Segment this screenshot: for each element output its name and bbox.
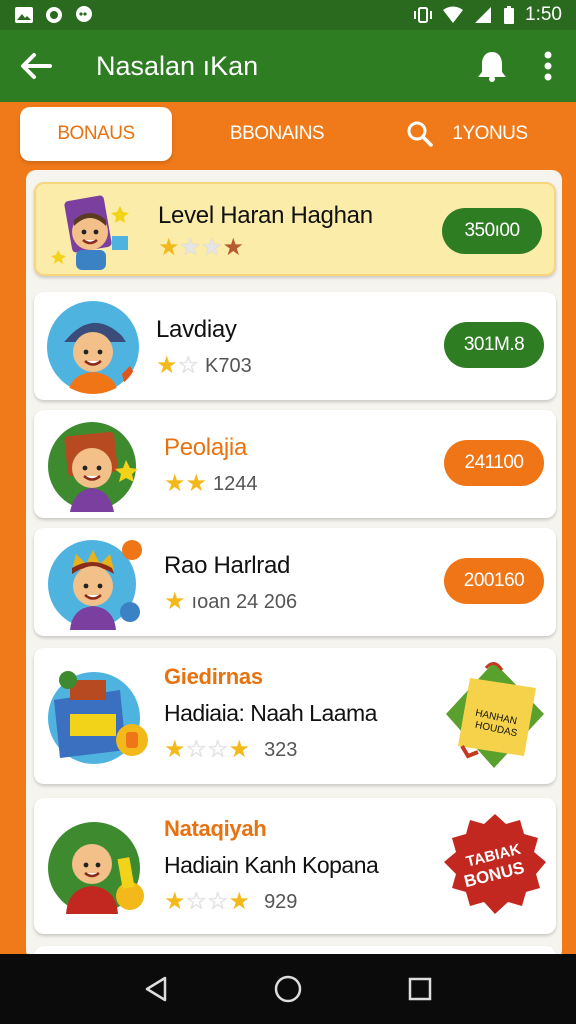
list-item[interactable]: Rao Harlrad ★ ıoan 24 206 200160 bbox=[34, 528, 556, 636]
star-empty-icon: ★ bbox=[179, 234, 202, 261]
bell-icon bbox=[478, 52, 506, 82]
star-empty-icon: ☆ bbox=[177, 352, 200, 379]
search-icon bbox=[407, 121, 434, 147]
rating-stars: ★ ☆ ☆ ★ 929 bbox=[164, 890, 297, 914]
item-subtitle: Nataqiyah bbox=[164, 816, 267, 841]
bonus-seal-icon: TABIAK BONUS bbox=[444, 814, 546, 914]
star-full-icon: ★ bbox=[228, 888, 251, 915]
list-item[interactable]: Peolajia ★ ★ 1244 241100 bbox=[34, 410, 556, 518]
tab-bar: BONAUS BBONAINS 1YONUS bbox=[0, 102, 576, 166]
home-circle-icon bbox=[274, 975, 302, 1003]
back-button[interactable] bbox=[0, 30, 72, 102]
player-avatar-icon bbox=[48, 822, 144, 914]
player-avatar-icon bbox=[48, 540, 142, 630]
item-title: Rao Harlrad bbox=[164, 552, 291, 579]
list-item[interactable]: Level Haran Haghan ★ ★ ★ ★ 350ı00 bbox=[34, 182, 556, 276]
item-title: Peolajia bbox=[164, 434, 247, 461]
item-title: Lavdiay bbox=[156, 316, 237, 343]
item-meta: ıoan 24 206 bbox=[191, 590, 298, 613]
star-full-icon: ★ bbox=[228, 736, 251, 763]
recents-square-icon bbox=[408, 977, 432, 1001]
star-full-icon: ★ bbox=[164, 588, 186, 615]
tab-bbonains[interactable]: BBONAINS bbox=[172, 107, 382, 161]
player-avatar-icon bbox=[47, 301, 139, 394]
reward-tag-icon: HANHAN HOUDAS bbox=[446, 662, 544, 768]
star-empty-icon: ☆ bbox=[207, 888, 229, 915]
notifications-button[interactable] bbox=[464, 30, 520, 102]
reward-button[interactable]: 301M.8 bbox=[444, 322, 544, 368]
rating-stars: ★ ★ 1244 bbox=[164, 472, 258, 496]
star-bronze-icon: ★ bbox=[222, 234, 245, 261]
battery-icon bbox=[504, 6, 515, 24]
back-triangle-icon bbox=[145, 976, 167, 1002]
nav-back-button[interactable] bbox=[126, 959, 186, 1019]
item-meta: 323 bbox=[264, 738, 298, 761]
reward-box-icon bbox=[48, 671, 148, 764]
player-avatar-icon bbox=[51, 195, 129, 270]
item-meta: K703 bbox=[205, 354, 252, 377]
reward-button[interactable]: 350ı00 bbox=[442, 208, 542, 254]
list-item[interactable]: Nataqiyah Hadiain Kanh Kopana ★ ☆ ☆ ★ 92… bbox=[34, 798, 556, 934]
tab-bonaus[interactable]: BONAUS bbox=[20, 107, 172, 161]
rating-stars: ★ ★ ★ ★ bbox=[158, 236, 244, 260]
star-full-icon: ★ bbox=[164, 736, 186, 763]
wifi-icon bbox=[443, 6, 464, 23]
more-vert-icon bbox=[544, 51, 552, 81]
star-empty-icon: ★ bbox=[201, 234, 223, 261]
reward-list[interactable]: Level Haran Haghan ★ ★ ★ ★ 350ı00 Lavdia… bbox=[26, 170, 562, 960]
status-left-icons bbox=[14, 6, 94, 24]
nav-home-button[interactable] bbox=[258, 959, 318, 1019]
system-nav-bar bbox=[0, 954, 576, 1024]
item-meta: 929 bbox=[264, 890, 298, 913]
vibrate-icon bbox=[414, 7, 433, 23]
camera-icon bbox=[46, 7, 62, 23]
gallery-icon bbox=[15, 7, 33, 23]
star-full-icon: ★ bbox=[164, 888, 186, 915]
back-arrow-icon bbox=[21, 53, 52, 79]
tab-1yonus[interactable]: 1YONUS bbox=[382, 107, 552, 161]
status-time: 1:50 bbox=[525, 4, 562, 25]
list-item[interactable]: Giedirnas Hadiaia: Naah Laama ★ ☆ ☆ ★ 32… bbox=[34, 648, 556, 784]
app-bar: Nasalan ıKan bbox=[0, 30, 576, 102]
rating-stars: ★ ıoan 24 206 bbox=[164, 590, 297, 614]
nav-recents-button[interactable] bbox=[390, 959, 450, 1019]
star-full-icon: ★ bbox=[185, 470, 208, 497]
star-empty-icon: ☆ bbox=[185, 736, 208, 763]
player-avatar-icon bbox=[48, 422, 138, 512]
more-options-button[interactable] bbox=[520, 30, 576, 102]
star-empty-icon: ☆ bbox=[185, 888, 208, 915]
item-title: Hadiaia: Naah Laama bbox=[164, 700, 377, 726]
page-title: Nasalan ıKan bbox=[96, 50, 259, 81]
status-right-icons: 1:50 bbox=[413, 4, 562, 26]
rating-stars: ★ ☆ K703 bbox=[156, 354, 252, 378]
star-full-icon: ★ bbox=[164, 470, 186, 497]
item-title: Hadiain Kanh Kopana bbox=[164, 852, 379, 878]
signal-icon bbox=[475, 7, 492, 23]
reward-button[interactable]: 200160 bbox=[444, 558, 544, 604]
reward-button[interactable]: 241100 bbox=[444, 440, 544, 486]
star-full-icon: ★ bbox=[156, 352, 178, 379]
item-meta: 1244 bbox=[213, 472, 258, 495]
star-full-icon: ★ bbox=[158, 234, 180, 261]
list-item[interactable]: Lavdiay ★ ☆ K703 301M.8 bbox=[34, 292, 556, 400]
tab-1yonus-label: 1YONUS bbox=[452, 123, 528, 144]
item-title: Level Haran Haghan bbox=[158, 202, 373, 229]
status-bar: 1:50 bbox=[0, 0, 576, 30]
star-empty-icon: ☆ bbox=[207, 736, 229, 763]
rating-stars: ★ ☆ ☆ ★ 323 bbox=[164, 738, 297, 762]
chat-icon bbox=[76, 6, 92, 22]
item-subtitle: Giedirnas bbox=[164, 664, 263, 689]
